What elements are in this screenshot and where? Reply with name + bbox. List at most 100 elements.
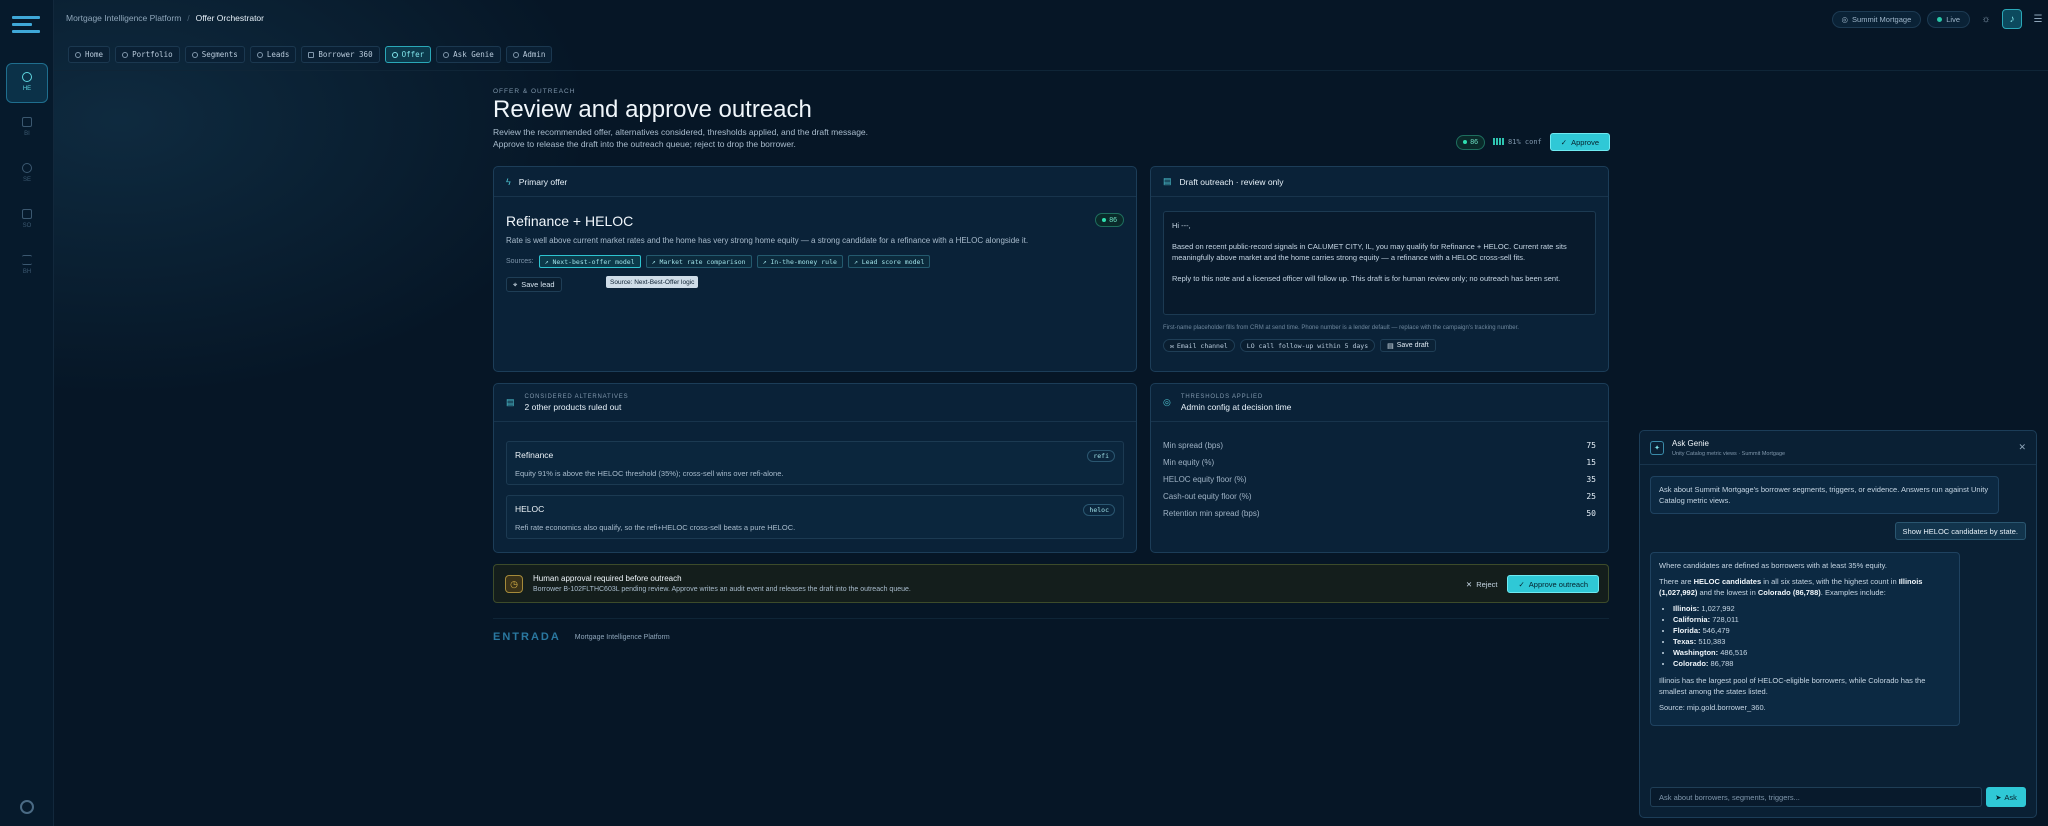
source-chip[interactable]: ↗ Lead score model (847, 255, 931, 268)
genie-answer: Where candidates are defined as borrower… (1650, 552, 1960, 726)
tag-icon: ⌖ (513, 279, 518, 289)
tab-ask-genie[interactable]: Ask Genie (436, 46, 501, 63)
live-status-badge[interactable]: Live (1927, 10, 1970, 28)
ask-button[interactable]: ➤ Ask (1986, 787, 2026, 807)
footer: ENTRADA Mortgage Intelligence Platform (493, 631, 670, 643)
topbar: Mortgage Intelligence Platform / Offer Orc… (54, 0, 2048, 38)
genie-title: Ask Genie (1672, 439, 1709, 448)
sources-row: Sources: ↗ Next-best-offer model ↗ Marke… (506, 255, 931, 268)
close-icon[interactable]: ✕ (2018, 442, 2026, 453)
filter-icon (22, 255, 32, 265)
card-title: Primary offer (518, 176, 568, 187)
tab-admin[interactable]: Admin (505, 46, 553, 63)
portfolio-icon (122, 51, 129, 58)
user-icon (256, 51, 263, 58)
genie-subtitle: Unity Catalog metric views · Summit Mort… (1672, 451, 1786, 457)
draft-note: First-name placeholder fills from CRM at… (1163, 325, 1519, 331)
save-lead-button[interactable]: ⌖ Save lead (506, 277, 562, 292)
tab-portfolio[interactable]: Portfolio (115, 46, 180, 63)
live-dot-icon (1937, 16, 1943, 22)
alert-bell-icon[interactable]: ♪ (2002, 9, 2022, 29)
followup-chip[interactable]: LO call follow-up within 5 days (1239, 339, 1376, 352)
sparkle-icon: ✦ (1650, 441, 1664, 455)
approve-outreach-button[interactable]: ✓ Approve outreach (1507, 575, 1599, 593)
offer-description: Rate is well above current market rates … (506, 236, 1029, 245)
user-message: Show HELOC candidates by state. (1894, 522, 2026, 540)
theme-sun-icon[interactable]: ☼ (1976, 9, 1996, 29)
clock-warning-icon: ◷ (505, 575, 523, 593)
chat-icon (443, 51, 450, 58)
rail-item-so[interactable]: SO (6, 201, 48, 241)
source-chip[interactable]: ↗ Market rate comparison (645, 255, 752, 268)
genie-question-input[interactable]: Ask about borrowers, segments, triggers.… (1650, 787, 1982, 807)
app-logo[interactable] (12, 16, 40, 38)
tab-leads[interactable]: Leads (249, 46, 297, 63)
product-badge: heloc (1083, 504, 1115, 516)
threshold-row: Min equity (%) 15 (1163, 458, 1596, 467)
menu-icon[interactable]: ☰ (2028, 9, 2048, 29)
threshold-row: HELOC equity floor (%) 35 (1163, 475, 1596, 484)
settings-gear-icon[interactable] (20, 800, 34, 814)
tab-offer[interactable]: Offer (384, 46, 432, 63)
approval-title: Human approval required before outreach (533, 574, 682, 583)
product-badge: refi (1087, 450, 1115, 462)
reject-button[interactable]: ✕ Reject (1466, 580, 1498, 589)
threshold-row: Retention min spread (bps) 50 (1163, 509, 1596, 518)
bolt-icon (391, 51, 398, 58)
document-icon: ▤ (1163, 176, 1172, 186)
save-draft-button[interactable]: ▤ Save draft (1380, 339, 1436, 352)
org-switcher[interactable]: ◎ Summit Mortgage (1831, 10, 1922, 28)
list-item: Colorado: 86,788 (1673, 658, 1951, 669)
source-chip[interactable]: ↗ Next-best-offer model (538, 255, 641, 268)
close-icon: ✕ (1465, 579, 1473, 589)
rail-item-home[interactable]: HE (6, 63, 48, 103)
target-icon (22, 163, 32, 173)
offer-score-badge: 86 (1095, 213, 1124, 227)
card-title: Draft outreach · review only (1179, 176, 1284, 187)
gear-icon (512, 51, 519, 58)
score-badge: 86 (1456, 134, 1486, 150)
list-item: California: 728,011 (1673, 614, 1951, 625)
approval-subtitle: Borrower B-102FLTHC603L pending review. … (533, 586, 911, 593)
bolt-icon: ϟ (506, 176, 511, 187)
footer-logo: ENTRADA (493, 631, 561, 643)
divider (54, 70, 2048, 71)
genie-intro-message: Ask about Summit Mortgage's borrower seg… (1650, 476, 1999, 514)
grid-icon (22, 117, 32, 127)
source-tooltip: Source: Next-Best-Offer logic (606, 276, 699, 288)
home-icon (75, 51, 81, 58)
building-icon: ◎ (1841, 14, 1849, 24)
shield-icon (22, 209, 32, 219)
alternative-item: Refinance Equity 91% is above the HELOC … (506, 441, 1124, 485)
thresholds-card: ◎ THRESHOLDS APPLIED Admin config at deci… (1150, 383, 1609, 553)
tab-segments[interactable]: Segments (184, 46, 245, 63)
list-item: Florida: 546,479 (1673, 625, 1951, 636)
draft-outreach-card: ▤ Draft outreach · review only Hi ---, Ba… (1150, 166, 1609, 372)
document-icon: ▤ (1387, 342, 1394, 350)
threshold-row: Cash-out equity floor (%) 25 (1163, 492, 1596, 501)
card-title: Admin config at decision time (1180, 401, 1292, 412)
email-channel-chip[interactable]: ✉ Email channel (1163, 339, 1235, 352)
segments-icon (191, 51, 198, 58)
check-icon: ✓ (1560, 137, 1568, 147)
list-item: Washington: 486,516 (1673, 647, 1951, 658)
rail-item-se[interactable]: SE (6, 155, 48, 195)
card-title: 2 other products ruled out (524, 401, 622, 412)
sliders-icon: ◎ (1163, 397, 1171, 407)
page-eyebrow: OFFER & OUTREACH (493, 88, 576, 95)
rail-item-bh[interactable]: BH (6, 247, 48, 287)
page-title: Review and approve outreach (493, 96, 812, 123)
tab-home[interactable]: Home (68, 46, 111, 63)
draft-message[interactable]: Hi ---, Based on recent public-record si… (1163, 211, 1596, 315)
mail-icon: ✉ (1170, 341, 1174, 350)
tab-borrower-360[interactable]: Borrower 360 (301, 46, 380, 63)
primary-offer-card: ϟ Primary offer Refinance + HELOC 86 Rate… (493, 166, 1137, 372)
nav-tabs: Home Portfolio Segments Leads Borrower 3… (68, 46, 553, 63)
state-list: Illinois: 1,027,992 California: 728,011 … (1673, 603, 1951, 669)
rail-item-bi[interactable]: BI (6, 109, 48, 149)
breadcrumb-root[interactable]: Mortgage Intelligence Platform (66, 13, 181, 23)
threshold-row: Min spread (bps) 75 (1163, 441, 1596, 450)
source-chip[interactable]: ↗ In-the-money rule (756, 255, 843, 268)
approve-button[interactable]: ✓ Approve (1549, 133, 1610, 151)
breadcrumb: Mortgage Intelligence Platform / Offer Orc… (66, 13, 264, 23)
